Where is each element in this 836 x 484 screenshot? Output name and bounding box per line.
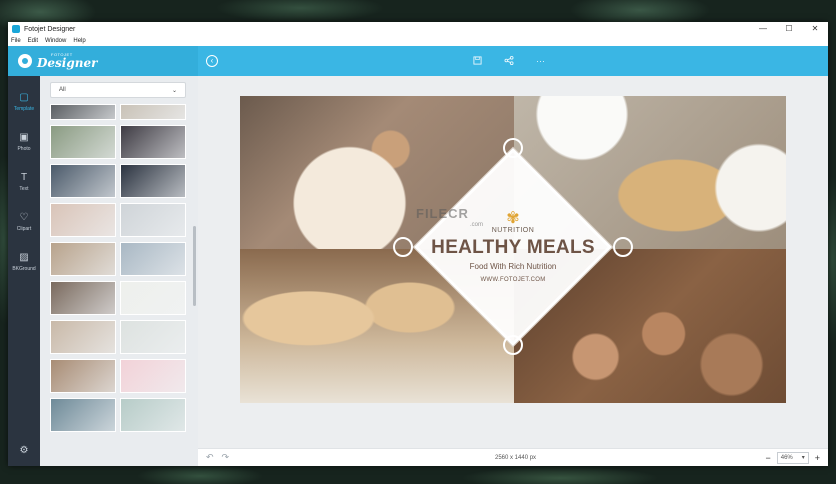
watermark: FILECR <box>416 206 469 221</box>
chevron-down-icon: ▾ <box>801 455 805 461</box>
chevron-down-icon: ⌄ <box>171 87 177 94</box>
template-thumbnail[interactable] <box>120 281 186 315</box>
menu-edit[interactable]: Edit <box>28 38 38 44</box>
top-toolbar: FOTOJET Designer ‹ ··· <box>8 46 828 76</box>
zoom-out-button[interactable]: − <box>765 453 770 463</box>
ring-ornament-left <box>393 237 413 257</box>
redo-icon[interactable]: ↷ <box>222 452 230 463</box>
template-thumbnail[interactable] <box>50 164 116 198</box>
nav-text[interactable]: T Text <box>8 162 40 202</box>
status-bar: ↶ ↷ 2560 x 1440 px − 46% ▾ + <box>198 448 828 466</box>
photo-icon: ▣ <box>19 132 29 143</box>
undo-icon[interactable]: ↶ <box>206 452 214 463</box>
template-panel: All ⌄ <box>40 76 198 466</box>
menu-window[interactable]: Window <box>45 38 66 44</box>
close-button[interactable]: ✕ <box>802 22 828 36</box>
design-canvas[interactable]: ✾ NUTRITION HEALTHY MEALS Food With Rich… <box>240 96 786 403</box>
back-button[interactable]: ‹ <box>206 55 218 67</box>
canvas-dimensions: 2560 x 1440 px <box>495 454 537 461</box>
gear-icon[interactable]: ⚙ <box>20 445 29 456</box>
template-thumbnail[interactable] <box>50 242 116 276</box>
workspace: ✾ NUTRITION HEALTHY MEALS Food With Rich… <box>198 76 828 466</box>
template-thumbnail[interactable] <box>50 320 116 354</box>
template-thumbnail[interactable] <box>120 104 186 120</box>
title-bar: Fotojet Designer — ☐ ✕ <box>8 22 828 36</box>
template-thumbnail[interactable] <box>50 125 116 159</box>
app-icon <box>12 25 20 33</box>
template-thumbnail[interactable] <box>120 125 186 159</box>
template-thumbnail[interactable] <box>50 398 116 432</box>
nutrition-label: NUTRITION <box>491 227 535 234</box>
category-select[interactable]: All ⌄ <box>50 82 186 98</box>
template-thumbnail[interactable] <box>50 359 116 393</box>
zoom-in-button[interactable]: + <box>815 453 820 463</box>
app-window: Fotojet Designer — ☐ ✕ File Edit Window … <box>8 22 828 466</box>
menu-help[interactable]: Help <box>73 38 85 44</box>
background-icon: ▨ <box>19 252 29 263</box>
nav-template[interactable]: ▢ Template <box>8 82 40 122</box>
nav-bkground[interactable]: ▨ BKGround <box>8 242 40 282</box>
watermark-domain: .com <box>470 222 484 228</box>
template-thumbnail[interactable] <box>120 242 186 276</box>
nav-rail: ▢ Template ▣ Photo T Text ♡ Clipart ▨ BK… <box>8 76 40 466</box>
brand-name: Designer <box>37 56 98 70</box>
clipart-icon: ♡ <box>19 212 29 223</box>
url-text[interactable]: WWW.FOTOJET.COM <box>480 277 545 283</box>
window-title: Fotojet Designer <box>24 25 76 33</box>
template-icon: ▢ <box>19 92 29 103</box>
ring-ornament-right <box>613 237 633 257</box>
template-thumbnail[interactable] <box>120 203 186 237</box>
menu-file[interactable]: File <box>11 38 21 44</box>
maximize-button[interactable]: ☐ <box>776 22 802 36</box>
template-thumbnail[interactable] <box>120 359 186 393</box>
panel-scrollbar[interactable] <box>193 226 196 306</box>
wheat-icon: ✾ <box>506 210 520 227</box>
template-thumbnail[interactable] <box>50 203 116 237</box>
share-icon[interactable] <box>504 55 514 67</box>
subtitle-text[interactable]: Food With Rich Nutrition <box>470 262 557 271</box>
save-icon[interactable] <box>473 55 482 67</box>
template-thumbnail[interactable] <box>50 281 116 315</box>
logo-icon <box>18 54 32 68</box>
template-grid <box>50 104 188 432</box>
nav-photo[interactable]: ▣ Photo <box>8 122 40 162</box>
more-icon[interactable]: ··· <box>536 56 545 67</box>
template-thumbnail[interactable] <box>120 320 186 354</box>
zoom-select[interactable]: 46% ▾ <box>776 451 809 464</box>
template-thumbnail[interactable] <box>120 398 186 432</box>
title-badge[interactable]: ✾ NUTRITION HEALTHY MEALS Food With Rich… <box>393 138 633 355</box>
brand-logo: FOTOJET Designer <box>8 46 198 76</box>
template-thumbnail[interactable] <box>120 164 186 198</box>
menu-bar: File Edit Window Help <box>8 36 828 46</box>
headline-text[interactable]: HEALTHY MEALS <box>431 237 595 259</box>
nav-clipart[interactable]: ♡ Clipart <box>8 202 40 242</box>
template-thumbnail[interactable] <box>50 104 116 120</box>
minimize-button[interactable]: — <box>750 22 776 36</box>
text-icon: T <box>20 172 28 183</box>
